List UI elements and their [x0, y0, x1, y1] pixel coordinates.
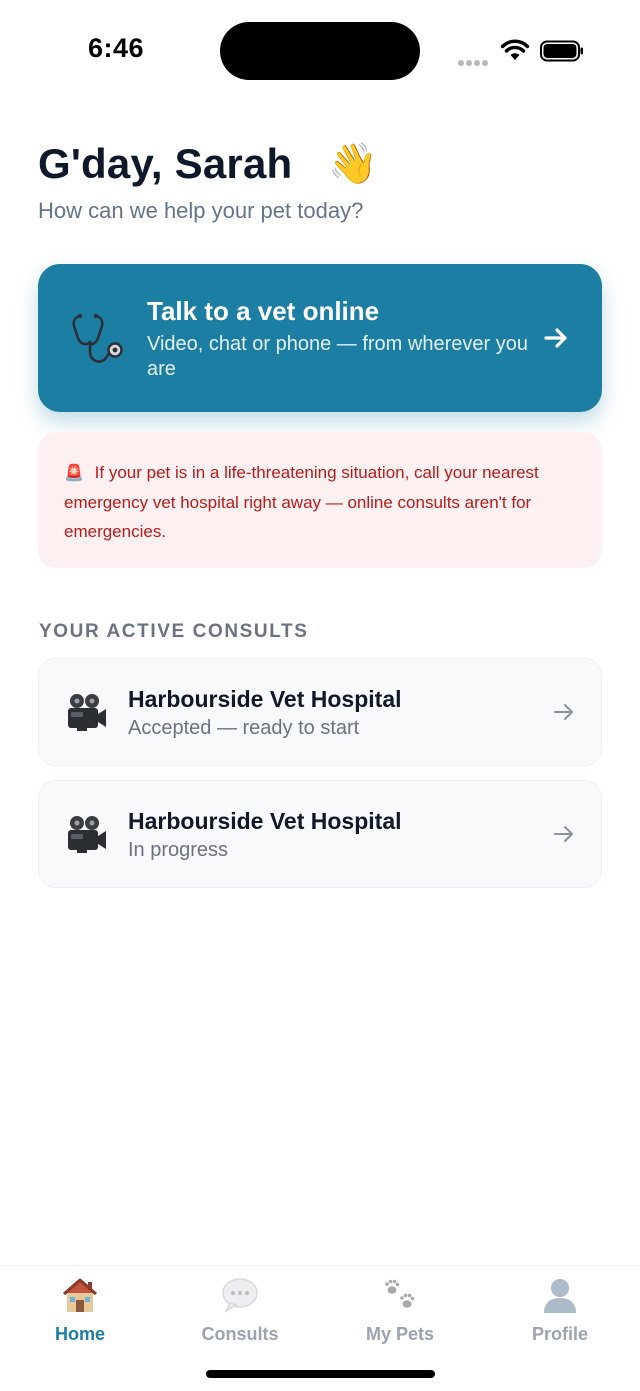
tab-my-pets[interactable]: My Pets [320, 1276, 480, 1356]
cellular-signal-icon [458, 53, 492, 66]
greeting-text: G'day, Sarah [38, 140, 293, 187]
arrow-right-icon [544, 328, 567, 348]
tab-profile-label: Profile [531, 1324, 588, 1344]
wifi-icon [500, 39, 530, 60]
movie-camera-icon [68, 816, 106, 853]
tab-consults-label: Consults [201, 1324, 279, 1344]
screen: 6:46 G'day, Sarah 👋 How can we help your… [0, 0, 640, 1391]
greeting-subtitle: How can we help your pet today? [38, 198, 364, 223]
talk-to-vet-button[interactable]: Talk to a vet online Video, chat or phon… [38, 264, 602, 412]
battery-icon [540, 40, 583, 62]
emergency-notice-text: 🚨 If your pet is in a life-threatening s… [64, 458, 579, 546]
chat-bubble-icon [222, 1278, 258, 1313]
emergency-notice-message: If your pet is in a life-threatening sit… [64, 463, 539, 541]
person-silhouette-icon [544, 1279, 576, 1313]
tab-consults[interactable]: Consults [160, 1276, 320, 1356]
consult-clinic-name: Harbourside Vet Hospital [128, 808, 402, 834]
home-indicator[interactable] [206, 1370, 435, 1378]
tab-home-label: Home [54, 1324, 105, 1344]
greeting-heading: G'day, Sarah 👋 [38, 140, 378, 188]
dynamic-island [220, 22, 420, 80]
consult-status: In progress [128, 839, 229, 861]
tab-my-pets-label: My Pets [365, 1324, 435, 1344]
arrow-right-icon [554, 704, 573, 720]
paw-prints-icon [385, 1279, 415, 1308]
consult-status: Accepted — ready to start [128, 717, 360, 739]
movie-camera-icon [68, 694, 106, 731]
emergency-notice: 🚨 If your pet is in a life-threatening s… [38, 432, 602, 568]
arrow-right-icon [554, 826, 573, 842]
house-icon [63, 1278, 97, 1312]
stethoscope-icon [72, 313, 123, 363]
consult-card[interactable]: Harbourside Vet Hospital Accepted — read… [38, 658, 602, 766]
tab-profile[interactable]: Profile [480, 1276, 640, 1356]
waving-hand-icon: 👋 [328, 142, 379, 186]
cta-subtitle: Video, chat or phone — from wherever you… [147, 333, 528, 380]
tab-home[interactable]: Home [0, 1276, 160, 1356]
consult-clinic-name: Harbourside Vet Hospital [128, 686, 402, 712]
cta-title: Talk to a vet online [147, 296, 380, 326]
consult-card[interactable]: Harbourside Vet Hospital In progress [38, 780, 602, 888]
status-time: 6:46 [88, 33, 145, 63]
siren-icon: 🚨 [64, 465, 84, 482]
active-consults-heading: YOUR ACTIVE CONSULTS [39, 621, 309, 642]
